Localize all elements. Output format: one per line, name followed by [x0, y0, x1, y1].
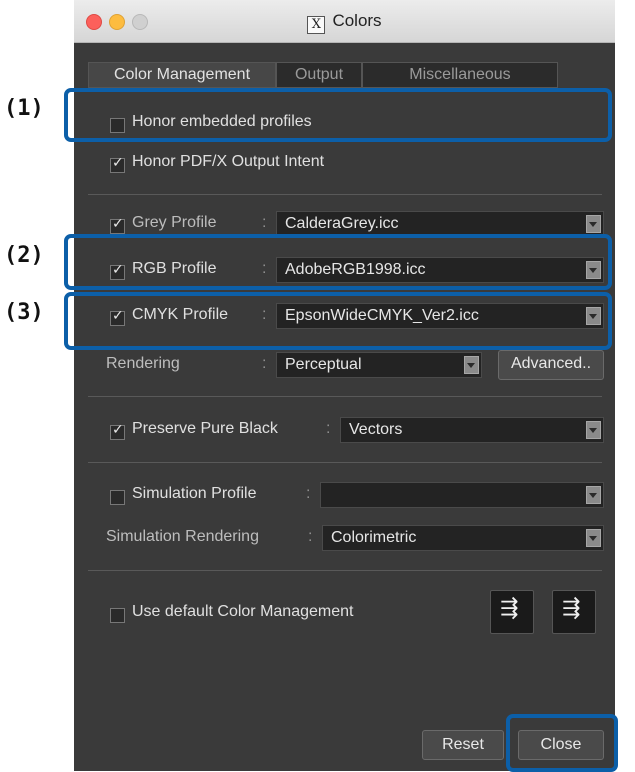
annotation-box-2	[64, 234, 612, 290]
title-bar: X Colors	[74, 0, 615, 43]
callout-1: (1)	[4, 96, 44, 121]
preserve-black-value: Vectors	[349, 421, 403, 438]
tab-color-management[interactable]: Color Management	[88, 62, 276, 88]
import-icon: ⇶	[500, 596, 519, 621]
simulation-rendering-label: Simulation Rendering	[106, 528, 259, 545]
export-icon: ⇶	[562, 596, 581, 621]
divider	[88, 396, 602, 397]
chevron-down-icon	[586, 215, 601, 233]
chevron-down-icon	[586, 486, 601, 504]
preserve-black-label: Preserve Pure Black	[132, 420, 278, 437]
tab-output[interactable]: Output	[276, 62, 362, 88]
chevron-down-icon	[464, 356, 479, 374]
simulation-profile-select[interactable]	[320, 482, 604, 508]
honor-pdfx-label: Honor PDF/X Output Intent	[132, 153, 325, 170]
colon: :	[306, 485, 311, 502]
rendering-value: Perceptual	[285, 356, 362, 373]
honor-pdfx-checkbox[interactable]	[110, 155, 125, 173]
rendering-label: Rendering	[106, 355, 180, 372]
simulation-profile-label: Simulation Profile	[132, 485, 257, 502]
chevron-down-icon	[586, 529, 601, 547]
window-title: Colors	[332, 11, 382, 30]
colon: :	[308, 528, 313, 545]
advanced-button[interactable]: Advanced..	[498, 350, 604, 380]
window-title-area: X Colors	[74, 11, 615, 34]
callout-2: (2)	[4, 243, 44, 268]
use-default-checkbox[interactable]	[110, 608, 125, 623]
colon: :	[262, 214, 267, 231]
colon: :	[262, 355, 267, 372]
chevron-down-icon	[586, 421, 601, 439]
annotation-box-1	[64, 88, 612, 142]
colon: :	[326, 420, 331, 437]
grey-profile-checkbox[interactable]	[110, 216, 125, 234]
export-settings-button[interactable]: ⇶	[552, 590, 596, 634]
grey-profile-value: CalderaGrey.icc	[285, 215, 399, 232]
simulation-rendering-select[interactable]: Colorimetric	[322, 525, 604, 551]
annotation-box-close	[506, 714, 618, 772]
tab-miscellaneous[interactable]: Miscellaneous	[362, 62, 558, 88]
divider	[88, 462, 602, 463]
preserve-black-select[interactable]: Vectors	[340, 417, 604, 443]
use-default-label: Use default Color Management	[132, 603, 354, 620]
reset-button[interactable]: Reset	[422, 730, 504, 760]
callout-3: (3)	[4, 300, 44, 325]
import-settings-button[interactable]: ⇶	[490, 590, 534, 634]
grey-profile-label: Grey Profile	[132, 214, 217, 231]
rendering-select[interactable]: Perceptual	[276, 352, 482, 378]
simulation-profile-checkbox[interactable]	[110, 490, 125, 505]
divider	[88, 194, 602, 195]
annotation-box-3	[64, 292, 612, 350]
simulation-rendering-value: Colorimetric	[331, 529, 417, 546]
preserve-black-checkbox[interactable]	[110, 422, 125, 440]
divider	[88, 570, 602, 571]
app-icon: X	[307, 16, 326, 34]
